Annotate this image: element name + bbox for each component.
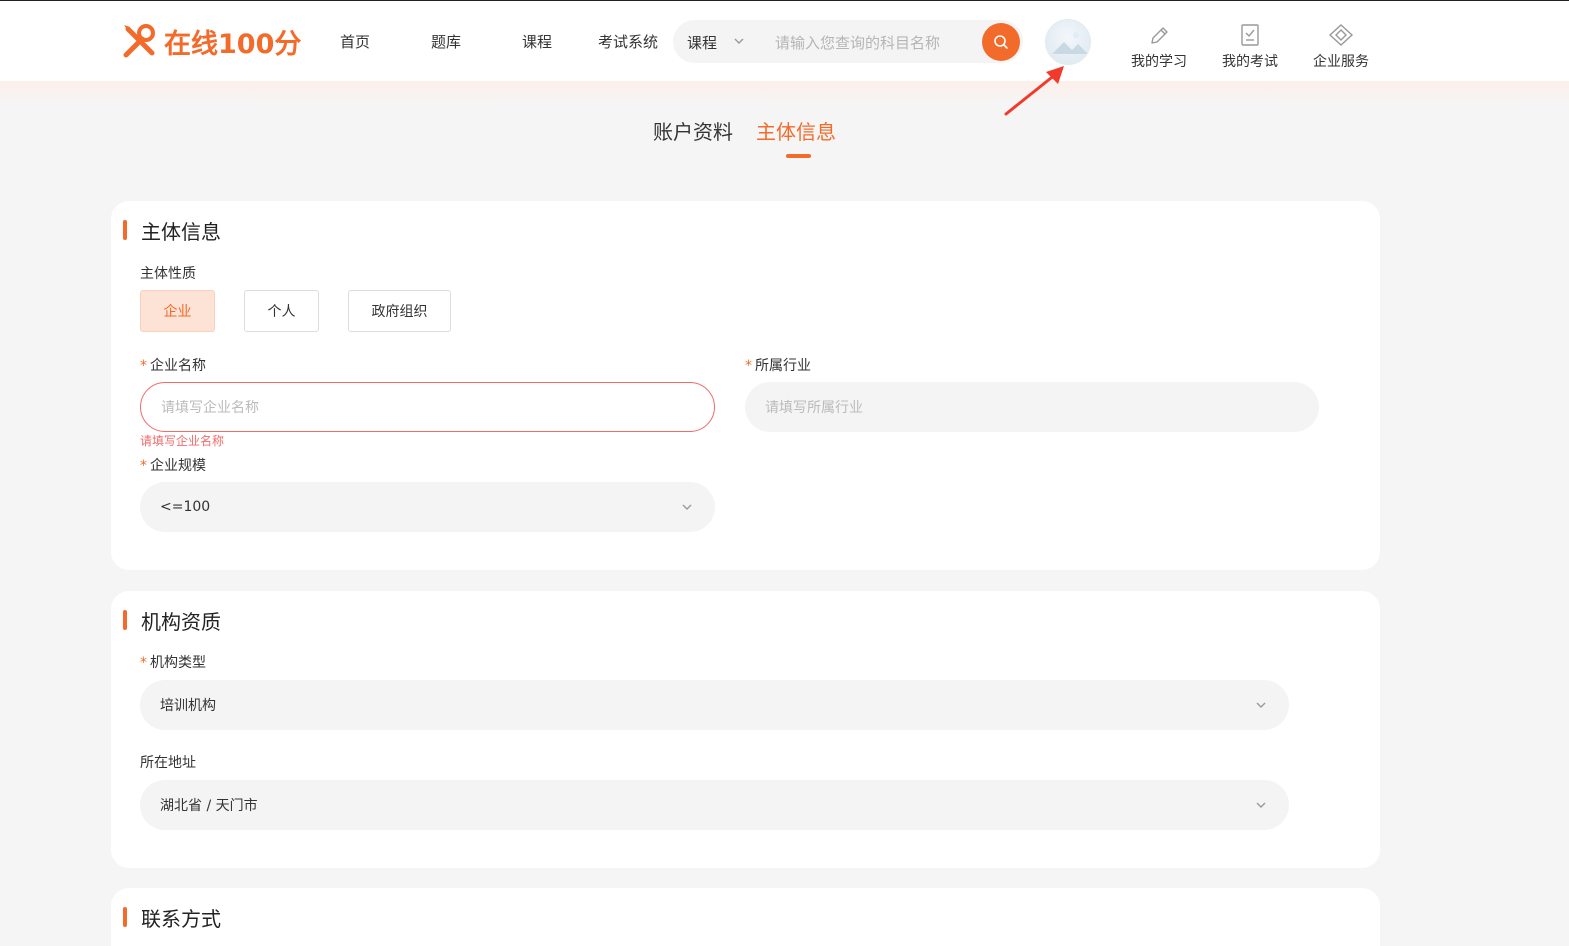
subject-info-card: 主体信息 主体性质 企业 个人 政府组织 * 企业名称 请填写企业名称 请填写企业… xyxy=(111,201,1380,570)
annotation-arrow-icon xyxy=(1004,66,1064,116)
org-type-select[interactable]: 培训机构 xyxy=(140,680,1289,730)
company-name-label: * 企业名称 xyxy=(140,358,206,374)
avatar-landscape-icon xyxy=(1052,32,1088,54)
org-type-label: * 机构类型 xyxy=(140,655,206,671)
my-exams-label: 我的考试 xyxy=(1222,54,1278,70)
section-title: 主体信息 xyxy=(123,218,221,244)
nav-question-bank[interactable]: 题库 xyxy=(431,31,461,52)
nature-option-enterprise[interactable]: 企业 xyxy=(140,290,215,332)
chevron-down-icon xyxy=(1256,702,1266,708)
brand-name: 在线100分 xyxy=(164,28,302,60)
section-title: 联系方式 xyxy=(123,905,221,931)
contact-card: 联系方式 xyxy=(111,888,1380,946)
address-label: 所在地址 xyxy=(140,755,196,771)
qualification-card: 机构资质 * 机构类型 培训机构 所在地址 湖北省 / 天门市 xyxy=(111,591,1380,868)
site-logo[interactable]: 在线100分 xyxy=(120,21,301,61)
nav-courses[interactable]: 课程 xyxy=(522,31,552,52)
company-name-field[interactable]: 请填写企业名称 xyxy=(140,382,715,432)
profile-tabs: 账户资料 主体信息 xyxy=(0,116,1569,166)
search-button[interactable] xyxy=(982,23,1020,61)
industry-field[interactable]: 请填写所属行业 xyxy=(745,382,1319,432)
search-category-select[interactable]: 课程 xyxy=(687,32,717,53)
avatar[interactable] xyxy=(1045,19,1091,65)
active-tab-indicator xyxy=(786,154,811,158)
my-exams-link[interactable]: 我的考试 xyxy=(1215,21,1285,71)
search-icon xyxy=(994,35,1008,49)
nature-option-government[interactable]: 政府组织 xyxy=(348,290,451,332)
site-header: 在线100分 首页 题库 课程 考试系统 课程 请输入您查询的科目名称 我的学习… xyxy=(0,1,1569,81)
address-select[interactable]: 湖北省 / 天门市 xyxy=(140,780,1289,830)
search-input[interactable]: 请输入您查询的科目名称 xyxy=(775,32,940,53)
enterprise-service-link[interactable]: 企业服务 xyxy=(1306,21,1376,71)
section-title: 机构资质 xyxy=(123,608,221,634)
wrench-screwdriver-icon xyxy=(123,24,155,58)
scale-select[interactable]: <=100 xyxy=(140,482,715,532)
chevron-down-icon xyxy=(682,504,692,510)
diamond-service-icon xyxy=(1328,24,1354,46)
exam-clipboard-icon xyxy=(1241,24,1259,46)
my-learning-link[interactable]: 我的学习 xyxy=(1124,21,1194,71)
scale-label: * 企业规模 xyxy=(140,458,206,474)
header-shadow xyxy=(0,81,1569,103)
pencil-icon xyxy=(1151,27,1168,44)
chevron-down-icon xyxy=(734,38,744,44)
chevron-down-icon xyxy=(1256,802,1266,808)
nature-label: 主体性质 xyxy=(140,266,196,282)
company-name-error: 请填写企业名称 xyxy=(140,434,225,448)
my-learning-label: 我的学习 xyxy=(1131,54,1187,70)
nav-home[interactable]: 首页 xyxy=(340,31,370,52)
tab-account-profile[interactable]: 账户资料 xyxy=(653,116,733,145)
industry-label: * 所属行业 xyxy=(745,358,811,374)
search-bar: 课程 请输入您查询的科目名称 xyxy=(673,20,1023,63)
tab-subject-info[interactable]: 主体信息 xyxy=(756,116,836,145)
enterprise-service-label: 企业服务 xyxy=(1313,54,1369,70)
nature-option-individual[interactable]: 个人 xyxy=(244,290,319,332)
nav-exam-system[interactable]: 考试系统 xyxy=(598,31,658,52)
